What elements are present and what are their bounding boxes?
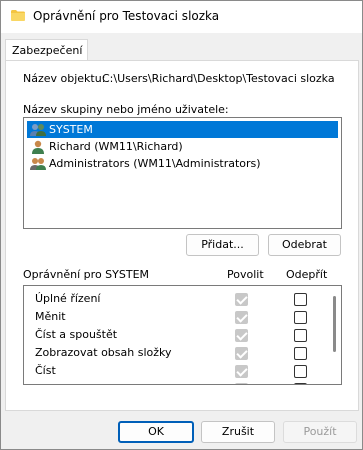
- window-title: Oprávnění pro Testovaci slozka: [33, 9, 220, 23]
- permission-name: Zobrazovat obsah složky: [35, 346, 172, 359]
- allow-checkbox: [235, 329, 248, 342]
- permissions-label: Oprávnění pro SYSTEM: [23, 268, 150, 281]
- permission-name: Číst a spouštět: [35, 328, 118, 341]
- allow-checkbox: [235, 311, 248, 324]
- list-item-label: Administrators (WM11\Administrators): [49, 157, 261, 170]
- user-icon: [32, 140, 44, 154]
- table-row: Úplné řízení: [24, 290, 324, 308]
- permissions-dialog: Oprávnění pro Testovaci slozka Zabezpeče…: [0, 0, 363, 450]
- title-bar: Oprávnění pro Testovaci slozka: [1, 1, 362, 33]
- deny-checkbox[interactable]: [294, 383, 307, 384]
- list-item-label: Richard (WM11\Richard): [49, 140, 183, 153]
- table-row: Číst: [24, 362, 324, 380]
- allow-header: Povolit: [227, 268, 264, 281]
- folder-icon: [11, 10, 25, 21]
- table-row: Měnit: [24, 308, 324, 326]
- deny-checkbox[interactable]: [294, 329, 307, 342]
- object-name-value: C:\Users\Richard\Desktop\Testovaci slozk…: [102, 72, 335, 85]
- table-row: Číst a spouštět: [24, 326, 324, 344]
- group-users-icon: [30, 123, 46, 136]
- allow-checkbox: [235, 383, 248, 384]
- permission-name: Číst: [35, 364, 56, 377]
- ok-button[interactable]: OK: [118, 421, 194, 443]
- remove-button[interactable]: Odebrat: [268, 234, 341, 256]
- deny-checkbox[interactable]: [294, 293, 307, 306]
- allow-checkbox: [235, 293, 248, 306]
- deny-checkbox[interactable]: [294, 347, 307, 360]
- allow-checkbox: [235, 365, 248, 378]
- groups-listbox[interactable]: SYSTEM Richard (WM11\Richard) Administra…: [23, 117, 342, 229]
- table-row: [24, 380, 324, 384]
- permission-name: Měnit: [35, 310, 66, 323]
- table-row: Zobrazovat obsah složky: [24, 344, 324, 362]
- list-item[interactable]: Richard (WM11\Richard): [27, 138, 338, 155]
- allow-checkbox: [235, 347, 248, 360]
- group-users-icon: [30, 157, 46, 170]
- deny-checkbox[interactable]: [294, 365, 307, 378]
- list-item[interactable]: Administrators (WM11\Administrators): [27, 155, 338, 172]
- cancel-button[interactable]: Zrušit: [201, 421, 275, 443]
- list-item-label: SYSTEM: [49, 123, 93, 136]
- object-name-label: Název objektu:: [23, 72, 106, 85]
- add-button[interactable]: Přidat...: [186, 234, 259, 256]
- list-item[interactable]: SYSTEM: [27, 121, 338, 138]
- apply-button: Použít: [283, 421, 357, 443]
- groups-label: Název skupiny nebo jméno uživatele:: [23, 103, 229, 116]
- permission-name: Úplné řízení: [35, 292, 101, 305]
- permissions-table: Úplné řízení Měnit Číst a spouštět Zobra…: [23, 285, 342, 385]
- vertical-scrollbar[interactable]: [333, 296, 336, 352]
- deny-checkbox[interactable]: [294, 311, 307, 324]
- tab-security[interactable]: Zabezpečení: [5, 39, 88, 61]
- deny-header: Odepřít: [286, 268, 328, 281]
